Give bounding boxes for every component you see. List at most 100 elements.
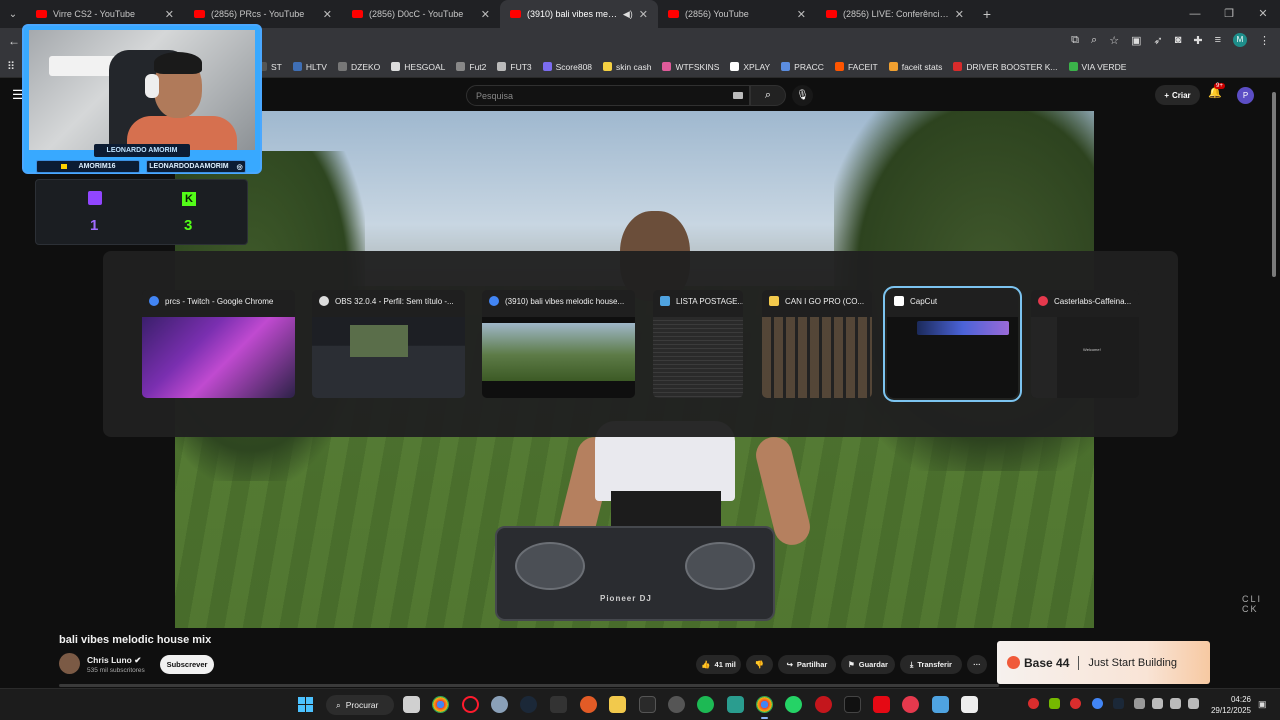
restore-icon[interactable]: ❐ — [1212, 0, 1246, 28]
bookmark-item[interactable]: DZEKO — [337, 62, 380, 72]
microphone-tray-icon[interactable] — [1134, 698, 1145, 709]
notifications-button[interactable]: 🔔 9+ — [1208, 83, 1225, 99]
battery-icon[interactable] — [1188, 698, 1199, 709]
tab-close-icon[interactable]: ✕ — [639, 8, 648, 21]
tab-5[interactable]: (2856) YouTube ✕ — [658, 0, 816, 28]
tab-6[interactable]: (2856) LIVE: Conferência Antev ✕ — [816, 0, 974, 28]
bookmark-item[interactable]: Fut2 — [456, 62, 486, 72]
tab-close-icon[interactable]: ✕ — [797, 8, 806, 21]
install-app-icon[interactable]: ⧉ — [1071, 34, 1079, 47]
extensions-puzzle-icon[interactable]: ✚ — [1193, 34, 1202, 47]
keyboard-icon[interactable] — [733, 92, 743, 99]
bookmark-item[interactable]: WTFSKINS — [662, 62, 719, 72]
tray-chrome-icon[interactable] — [1092, 698, 1103, 709]
tab-4-active[interactable]: (3910) bali vibes melodic ho ◀) ✕ — [500, 0, 658, 28]
dislike-button[interactable]: 👎 — [746, 655, 773, 674]
system-clock[interactable]: 04:26 29/12/2025 — [1203, 694, 1251, 716]
tray-record-icon[interactable] — [1070, 698, 1081, 709]
cs2-icon[interactable] — [639, 696, 656, 713]
obs-taskbar-icon[interactable] — [668, 696, 685, 713]
bookmark-item[interactable]: FACEIT — [834, 62, 878, 72]
switcher-window-obs[interactable]: OBS 32.0.4 - Perfil: Sem título -... — [312, 290, 465, 398]
origin-icon[interactable] — [580, 696, 597, 713]
taskbar-search[interactable]: ⌕ Procurar — [326, 695, 394, 715]
account-avatar[interactable]: P — [1237, 87, 1254, 104]
casterlabs-taskbar-icon[interactable] — [902, 696, 919, 713]
settings-gear-icon[interactable] — [491, 696, 508, 713]
epic-games-icon[interactable] — [550, 696, 567, 713]
channel-avatar[interactable] — [59, 653, 80, 674]
extension-cat-icon[interactable]: ◙ — [1175, 34, 1182, 46]
subscribe-button[interactable]: Subscrever — [160, 655, 214, 674]
opera-gx-icon[interactable] — [462, 696, 479, 713]
bookmark-item[interactable]: DRIVER BOOSTER K... — [953, 62, 1058, 72]
share-button[interactable]: ↪ Partilhar — [778, 655, 836, 674]
extension-bird-icon[interactable]: ➶ — [1153, 34, 1162, 47]
ad-banner[interactable]: Base 44 Just Start Building — [997, 641, 1210, 684]
like-button[interactable]: 👍 41 mil — [696, 655, 741, 674]
notifications-icon[interactable]: ▣ — [1258, 699, 1267, 710]
create-button[interactable]: + Criar — [1155, 85, 1200, 105]
switcher-window-capcut[interactable]: CapCut — [883, 286, 1022, 402]
tab-3[interactable]: (2856) D0cC - YouTube ✕ — [342, 0, 500, 28]
new-tab-button[interactable]: + — [974, 6, 1000, 22]
tab-close-icon[interactable]: ✕ — [165, 8, 174, 21]
tab-close-icon[interactable]: ✕ — [323, 8, 332, 21]
extension-now-icon[interactable]: ▣ — [1131, 34, 1141, 47]
more-actions-button[interactable]: ··· — [967, 655, 987, 674]
switcher-window-youtube[interactable]: (3910) bali vibes melodic house... — [482, 290, 635, 398]
chrome-active-taskbar-icon[interactable] — [756, 696, 773, 719]
bookmark-item[interactable]: VIA VERDE — [1068, 62, 1126, 72]
volume-icon[interactable] — [1170, 698, 1181, 709]
page-scrollbar[interactable] — [1271, 86, 1277, 686]
zoom-icon[interactable]: ⌕ — [1091, 34, 1097, 47]
tray-app-icon[interactable] — [1028, 698, 1039, 709]
tab-search-chevron-icon[interactable]: ⌄ — [0, 0, 26, 28]
bookmark-item[interactable]: HESGOAL — [391, 62, 445, 72]
spotify-icon[interactable] — [697, 696, 714, 713]
switcher-window-lista[interactable]: LISTA POSTAGE... — [653, 290, 743, 398]
bookmark-item[interactable]: faceit stats — [888, 62, 942, 72]
save-button[interactable]: ⚑ Guardar — [841, 655, 895, 674]
scrollbar-thumb[interactable] — [1272, 92, 1276, 277]
chrome-menu-icon[interactable]: ⋮ — [1259, 34, 1270, 47]
discord-icon[interactable] — [727, 696, 744, 713]
search-input[interactable]: Pesquisa — [466, 85, 750, 106]
switcher-window-casterlabs[interactable]: Casterlabs-Caffeina... Welcome! — [1031, 290, 1139, 398]
channel-name[interactable]: Chris Luno ✔ — [87, 655, 141, 666]
bookmark-star-icon[interactable]: ☆ — [1109, 34, 1119, 47]
nvidia-icon[interactable] — [1049, 698, 1060, 709]
reading-list-icon[interactable]: ≡ — [1215, 34, 1221, 46]
notepad-taskbar-icon[interactable] — [932, 696, 949, 713]
bookmark-item[interactable]: skin cash — [603, 62, 651, 72]
tab-close-icon[interactable]: ✕ — [481, 8, 490, 21]
tab-close-icon[interactable]: ✕ — [955, 8, 964, 21]
bookmark-item[interactable]: HLTV — [292, 62, 327, 72]
search-button[interactable]: ⌕ — [750, 85, 786, 106]
windows-start-icon[interactable] — [298, 697, 313, 712]
app-red-icon[interactable] — [815, 696, 832, 713]
tiktok-icon[interactable] — [844, 696, 861, 713]
apps-grid-icon[interactable]: ⠿ — [7, 60, 15, 73]
chrome-taskbar-icon[interactable] — [432, 696, 449, 713]
switcher-window-twitch[interactable]: prcs - Twitch - Google Chrome — [142, 290, 295, 398]
tray-steam-icon[interactable] — [1113, 698, 1124, 709]
netflix-icon[interactable] — [873, 696, 890, 713]
bookmark-item[interactable]: FUT3 — [497, 62, 532, 72]
network-icon[interactable] — [1152, 698, 1163, 709]
download-button[interactable]: ⤓ Transferir — [900, 655, 962, 674]
task-view-icon[interactable] — [403, 696, 420, 713]
close-window-icon[interactable]: ✕ — [1246, 0, 1280, 28]
steam-icon[interactable] — [520, 696, 537, 713]
capcut-taskbar-icon[interactable] — [961, 696, 978, 713]
whatsapp-icon[interactable] — [785, 696, 802, 713]
profile-avatar[interactable]: M — [1233, 33, 1247, 47]
speaker-icon[interactable]: ◀) — [623, 9, 633, 20]
switcher-window-folder[interactable]: CAN I GO PRO (CO... — [762, 290, 872, 398]
file-explorer-icon[interactable] — [609, 696, 626, 713]
back-arrow-icon[interactable]: ← — [8, 34, 20, 48]
minimize-icon[interactable]: — — [1178, 0, 1212, 28]
bookmark-item[interactable]: Score808 — [542, 62, 592, 72]
voice-search-button[interactable]: 🎙 — [792, 85, 813, 106]
bookmark-item[interactable]: PRACC — [781, 62, 824, 72]
